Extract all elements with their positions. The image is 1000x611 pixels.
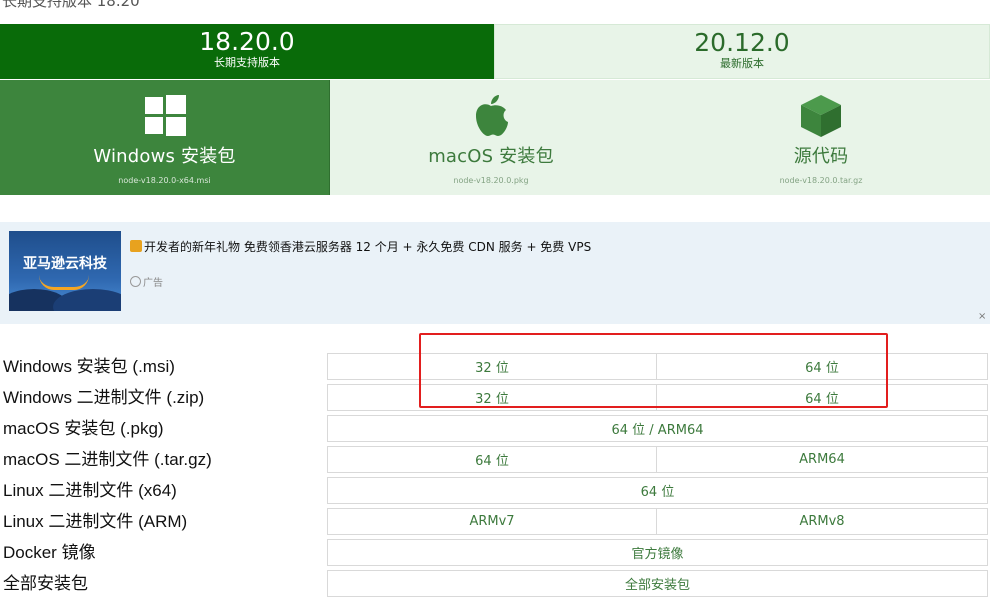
download-link[interactable]: 官方镜像 — [327, 539, 988, 566]
ad-image-text: 亚马逊云科技 — [23, 256, 107, 272]
ad-text-link[interactable]: 开发者的新年礼物 免费领香港云服务器 12 个月 + 永久免费 CDN 服务 +… — [130, 238, 591, 255]
download-link[interactable]: ARMv7 — [327, 508, 657, 535]
ad-label: 广告 — [130, 274, 163, 289]
download-link[interactable]: 64 位 — [327, 477, 988, 504]
ad-close-button[interactable]: × — [978, 311, 986, 322]
source-code-tile[interactable]: 源代码 node-v18.20.0.tar.gz — [652, 80, 990, 195]
download-link[interactable]: 64 位 — [327, 446, 657, 473]
gift-icon — [130, 240, 142, 252]
ad-smile-logo — [39, 275, 89, 290]
page-heading: 长期支持版本 18.20 — [2, 0, 140, 10]
windows-installer-tile[interactable]: Windows 安装包 node-v18.20.0-x64.msi — [0, 80, 330, 195]
tab-current-version[interactable]: 20.12.0 最新版本 — [494, 24, 990, 79]
row-label: Windows 二进制文件 (.zip) — [3, 388, 205, 407]
row-label: 全部安装包 — [3, 574, 88, 593]
download-link[interactable]: 全部安装包 — [327, 570, 988, 597]
current-version-label: 最新版本 — [720, 57, 764, 70]
ad-text: 开发者的新年礼物 免费领香港云服务器 12 个月 + 永久免费 CDN 服务 +… — [144, 240, 592, 254]
macos-installer-title: macOS 安装包 — [428, 146, 554, 167]
tab-lts-version[interactable]: 18.20.0 长期支持版本 — [0, 24, 494, 79]
apple-logo-icon — [476, 95, 508, 136]
source-code-filename: node-v18.20.0.tar.gz — [779, 176, 863, 185]
macos-installer-tile[interactable]: macOS 安装包 node-v18.20.0.pkg — [330, 80, 652, 195]
row-label: Windows 安装包 (.msi) — [3, 357, 175, 376]
info-icon — [130, 276, 141, 287]
ad-image[interactable]: 亚马逊云科技 — [9, 231, 121, 311]
ad-cloud-shape — [53, 289, 121, 311]
source-code-title: 源代码 — [793, 146, 849, 167]
lts-version-number: 18.20.0 — [199, 27, 295, 56]
row-label: Linux 二进制文件 (x64) — [3, 481, 177, 500]
row-label: macOS 二进制文件 (.tar.gz) — [3, 450, 212, 469]
macos-installer-filename: node-v18.20.0.pkg — [453, 176, 529, 185]
windows-logo-icon — [144, 95, 186, 136]
windows-installer-title: Windows 安装包 — [93, 146, 236, 167]
windows-installer-filename: node-v18.20.0-x64.msi — [118, 176, 211, 185]
row-label: macOS 安装包 (.pkg) — [3, 419, 164, 438]
download-link[interactable]: 64 位 / ARM64 — [327, 415, 988, 442]
box-icon — [801, 95, 841, 137]
row-label: Linux 二进制文件 (ARM) — [3, 512, 188, 531]
download-link[interactable]: ARM64 — [656, 446, 988, 473]
row-label: Docker 镜像 — [3, 543, 96, 562]
download-link[interactable]: ARMv8 — [656, 508, 988, 535]
current-version-number: 20.12.0 — [694, 28, 790, 57]
highlight-box — [419, 333, 888, 408]
lts-version-label: 长期支持版本 — [214, 56, 280, 69]
